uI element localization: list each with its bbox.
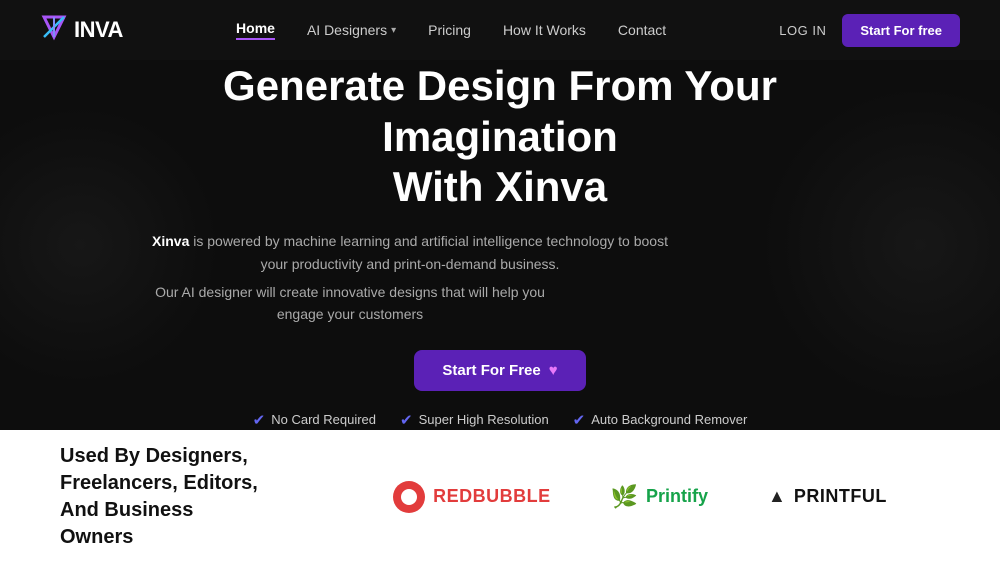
hero-subtitle-1: Xinva is powered by machine learning and… [150, 230, 670, 275]
redbubble-icon [393, 481, 425, 513]
hero-cta-button[interactable]: Start For Free ♥ [414, 350, 585, 391]
logo[interactable]: INVA [40, 13, 123, 48]
bottom-title: Used By Designers, Freelancers, Editors,… [60, 443, 260, 551]
badge-no-card: ✔ No Card Required [253, 411, 376, 429]
redbubble-label: REDBUBBLE [433, 486, 551, 507]
printify-icon: 🌿 [611, 484, 638, 510]
nav-link-pricing[interactable]: Pricing [428, 22, 471, 38]
start-for-free-button[interactable]: Start For free [842, 14, 960, 47]
hero-title: Generate Design From Your Imagination Wi… [150, 61, 850, 212]
bottom-section: Used By Designers, Freelancers, Editors,… [0, 430, 1000, 563]
hero-badges: ✔ No Card Required ✔ Super High Resoluti… [150, 411, 850, 429]
badge-bg-remover: ✔ Auto Background Remover [573, 411, 748, 429]
brand-logos: REDBUBBLE 🌿 Printify ▲ PRINTFUL [340, 481, 940, 513]
hero-subtitle-2: Our AI designer will create innovative d… [150, 281, 550, 326]
check-icon-2: ✔ [400, 411, 413, 429]
navbar: INVA Home AI Designers ▾ Pricing How It … [0, 0, 1000, 60]
logo-icon [40, 13, 70, 48]
login-button[interactable]: LOG IN [779, 23, 826, 38]
brand-printful: ▲ PRINTFUL [768, 486, 887, 507]
nav-link-ai-designers[interactable]: AI Designers ▾ [307, 22, 396, 38]
brand-printify: 🌿 Printify [611, 484, 708, 510]
nav-active-indicator [236, 38, 275, 40]
heart-icon: ♥ [549, 362, 558, 379]
hero-content: Generate Design From Your Imagination Wi… [150, 61, 850, 429]
badge-high-res: ✔ Super High Resolution [400, 411, 549, 429]
brand-redbubble: REDBUBBLE [393, 481, 551, 513]
printful-icon: ▲ [768, 486, 786, 507]
nav-right: LOG IN Start For free [779, 14, 960, 47]
printify-label: Printify [646, 486, 708, 507]
printful-label: PRINTFUL [794, 486, 887, 507]
check-icon-3: ✔ [573, 411, 586, 429]
nav-link-contact[interactable]: Contact [618, 22, 666, 38]
hero-section: Generate Design From Your Imagination Wi… [0, 60, 1000, 430]
nav-links: Home AI Designers ▾ Pricing How It Works… [236, 20, 666, 40]
nav-item-home[interactable]: Home [236, 20, 275, 40]
check-icon-1: ✔ [253, 411, 266, 429]
nav-link-how-it-works[interactable]: How It Works [503, 22, 586, 38]
chevron-down-icon: ▾ [391, 25, 396, 36]
nav-link-home[interactable]: Home [236, 20, 275, 36]
logo-label: INVA [74, 17, 123, 43]
